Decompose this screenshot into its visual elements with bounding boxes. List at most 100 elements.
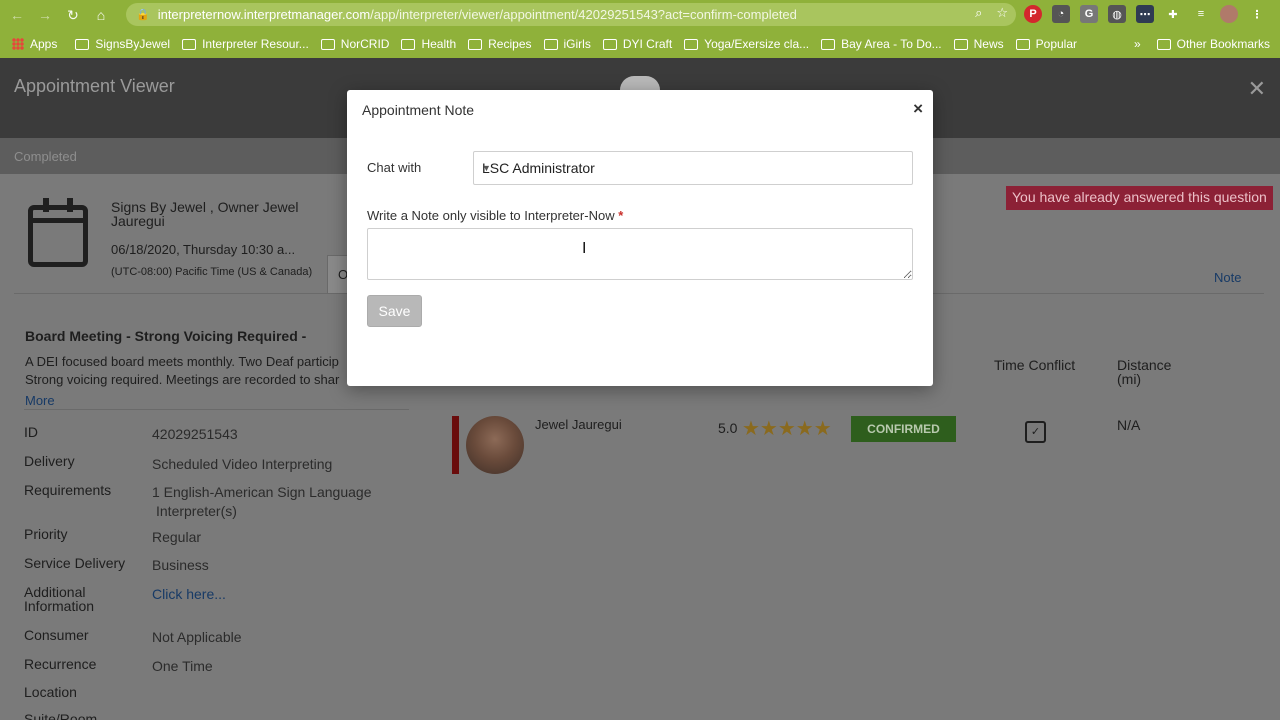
puzzle-icon[interactable]: ✚ — [1164, 5, 1182, 23]
description-line: Strong voicing required. Meetings are re… — [25, 372, 340, 387]
apps-icon — [12, 38, 24, 50]
bookmark-folder[interactable]: NorCRID — [320, 37, 389, 51]
bookmark-folder[interactable]: Recipes — [468, 37, 532, 51]
detail-label: Requirements — [24, 482, 112, 498]
chat-with-label: Chat with — [367, 160, 422, 175]
status-text: Completed — [14, 149, 77, 164]
extension-icon[interactable]: ◔ — [1052, 5, 1070, 23]
note-link[interactable]: Note — [1214, 270, 1241, 285]
url-path: /app/interpreter/viewer/appointment/4202… — [370, 7, 797, 22]
save-button[interactable]: Save — [367, 295, 422, 327]
folder-icon — [1156, 38, 1171, 50]
reading-list-icon[interactable]: ≡ — [1192, 5, 1210, 23]
modal-title: Appointment Note — [362, 102, 475, 118]
interpreter-name: Jewel Jauregui — [535, 417, 622, 432]
tab-overview[interactable]: O — [327, 255, 349, 293]
close-icon[interactable]: × — [913, 99, 923, 119]
detail-value: Not Applicable — [152, 629, 242, 645]
detail-value: Regular — [152, 529, 202, 545]
folder-icon — [821, 38, 836, 50]
bookmark-folder[interactable]: SignsByJewel — [75, 37, 170, 51]
bookmark-folder[interactable]: Yoga/Exersize cla... — [684, 37, 809, 51]
forward-icon[interactable]: → — [34, 4, 56, 26]
row-indicator — [452, 416, 459, 474]
meeting-title: Board Meeting - Strong Voicing Required … — [25, 328, 307, 344]
folder-icon — [75, 38, 90, 50]
bookmark-folder[interactable]: Interpreter Resour... — [182, 37, 309, 51]
back-icon[interactable]: ← — [6, 4, 28, 26]
detail-label: Suite/Room — [24, 711, 98, 720]
chevron-down-icon: ▼ — [482, 163, 491, 173]
detail-label: ID — [24, 424, 38, 440]
bookmark-folder[interactable]: Popular — [1015, 37, 1077, 51]
customer-name-cont: Jauregui — [111, 213, 165, 229]
note-label: Write a Note only visible to Interpreter… — [367, 208, 624, 223]
menu-icon[interactable]: ⋮ — [1248, 5, 1266, 23]
detail-value: 1 English-American Sign Language — [152, 484, 372, 500]
detail-value: Scheduled Video Interpreting — [152, 456, 333, 472]
column-header-distance-unit: (mi) — [1117, 371, 1142, 387]
lock-icon: 🔒 — [136, 9, 150, 21]
appointment-datetime: 06/18/2020, Thursday 10:30 a... — [111, 242, 296, 257]
additional-info-link[interactable]: Click here... — [152, 586, 226, 602]
bookmark-folder[interactable]: DYI Craft — [602, 37, 672, 51]
timezone: (UTC-08:00) Pacific Time (US & Canada) — [111, 266, 313, 278]
appointment-note-modal: Appointment Note × Chat with LSC Adminis… — [347, 90, 933, 386]
url-domain: interpreternow.interpretmanager.com — [157, 7, 371, 22]
column-header-time-conflict: Time Conflict — [994, 357, 1076, 373]
detail-label: Delivery — [24, 453, 75, 469]
address-bar[interactable]: 🔒 interpreternow.interpretmanager.com/ap… — [126, 3, 1016, 26]
already-answered-badge: You have already answered this question — [1006, 186, 1273, 210]
zoom-icon[interactable]: ⌕ — [975, 5, 982, 21]
folder-icon — [401, 38, 416, 50]
calendar-check-icon: ✓ — [1025, 421, 1046, 443]
detail-value: Interpreter(s) — [156, 503, 237, 519]
folder-icon — [468, 38, 483, 50]
bookmark-folder[interactable]: Bay Area - To Do... — [821, 37, 942, 51]
bookmarks-bar: Apps SignsByJewel Interpreter Resour... … — [0, 30, 1280, 58]
text-cursor-icon: I — [582, 240, 587, 257]
lightbulb-icon[interactable]: ◍ — [1108, 5, 1126, 23]
divider — [24, 409, 409, 410]
status-badge: CONFIRMED — [851, 416, 956, 442]
extension-dots-icon[interactable]: ⋯ — [1136, 5, 1154, 23]
bookmark-star-icon[interactable]: ☆ — [996, 5, 1008, 21]
bookmark-apps[interactable]: Apps — [12, 37, 57, 51]
grammarly-icon[interactable]: G — [1080, 5, 1098, 23]
bookmark-folder[interactable]: News — [953, 37, 1004, 51]
reload-icon[interactable]: ↻ — [62, 4, 84, 26]
other-bookmarks[interactable]: Other Bookmarks — [1177, 37, 1270, 51]
chat-with-select[interactable]: LSC Administrator ▼ — [473, 151, 913, 185]
profile-avatar[interactable] — [1220, 5, 1238, 23]
home-icon[interactable]: ⌂ — [90, 4, 112, 26]
bookmark-folder[interactable]: Health — [401, 37, 456, 51]
detail-label: Service Delivery — [24, 555, 126, 571]
detail-label: Information — [24, 598, 95, 614]
avatar — [466, 416, 524, 474]
detail-label: Consumer — [24, 627, 89, 643]
more-link[interactable]: More — [25, 393, 55, 408]
detail-label: Location — [24, 684, 77, 700]
browser-toolbar: ← → ↻ ⌂ 🔒 interpreternow.interpretmanage… — [0, 0, 1280, 30]
bookmarks-more[interactable]: » — [1134, 37, 1141, 51]
distance-value: N/A — [1117, 417, 1141, 433]
note-textarea[interactable] — [367, 228, 913, 280]
folder-icon — [684, 38, 699, 50]
detail-value: One Time — [152, 658, 213, 674]
pinterest-icon[interactable]: P — [1024, 5, 1042, 23]
rating-value: 5.0 — [718, 420, 738, 436]
detail-label: Priority — [24, 526, 68, 542]
calendar-icon-bar — [28, 218, 88, 223]
close-icon[interactable]: ✕ — [1248, 76, 1266, 102]
bookmark-folder[interactable]: iGirls — [543, 37, 591, 51]
folder-icon — [1015, 38, 1030, 50]
page-title: Appointment Viewer — [14, 76, 175, 96]
loading-spinner — [620, 76, 660, 90]
detail-value: Business — [152, 557, 209, 573]
rating-stars: ★★★★★ — [742, 418, 832, 440]
folder-icon — [953, 38, 968, 50]
detail-label: Recurrence — [24, 656, 97, 672]
folder-icon — [602, 38, 617, 50]
calendar-icon — [28, 198, 88, 267]
folder-icon — [543, 38, 558, 50]
